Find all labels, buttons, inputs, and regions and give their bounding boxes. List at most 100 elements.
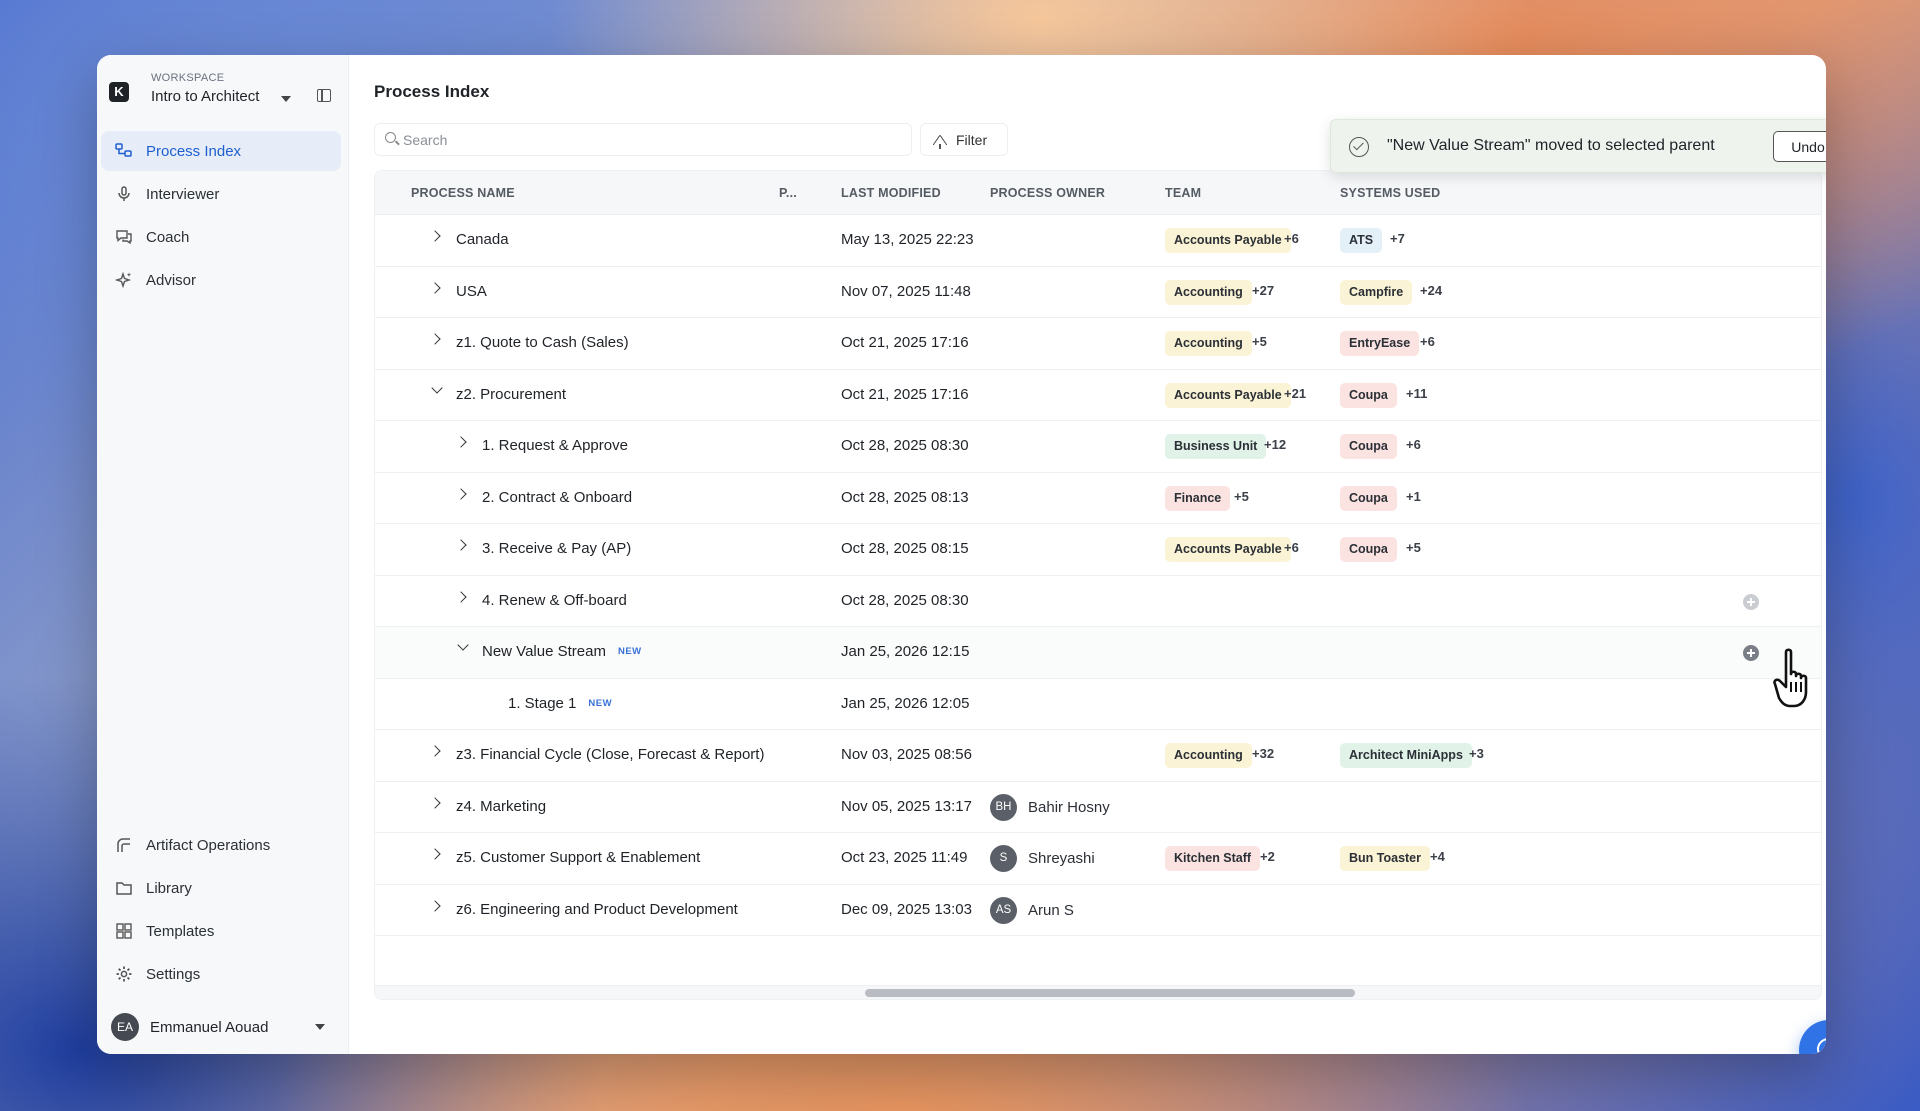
table-row[interactable]: Canada May 13, 2025 22:23 Accounts Payab… — [375, 215, 1821, 267]
table-row[interactable]: z6. Engineering and Product Development … — [375, 884, 1821, 936]
sidebar-item-templates[interactable]: Templates — [101, 911, 341, 951]
sidebar-item-library[interactable]: Library — [101, 868, 341, 908]
system-more-count[interactable]: +1 — [1406, 489, 1421, 504]
chevron-down-icon[interactable] — [315, 1024, 325, 1030]
workspace-switcher[interactable]: K WORKSPACE Intro to Architect — [109, 65, 336, 115]
chat-bubble-icon — [1817, 1038, 1826, 1054]
chevron-right-icon[interactable] — [455, 436, 467, 448]
system-tag: Coupa — [1340, 485, 1397, 511]
column-header-process-name[interactable]: PROCESS NAME — [411, 186, 515, 200]
team-more-count[interactable]: +5 — [1252, 334, 1267, 349]
system-more-count[interactable]: +11 — [1406, 386, 1427, 401]
system-more-count[interactable]: +6 — [1420, 334, 1435, 349]
column-header-process-owner[interactable]: PROCESS OWNER — [990, 186, 1105, 200]
team-tag: Accounts Payable — [1165, 537, 1291, 562]
filter-button[interactable]: Filter — [920, 123, 1008, 156]
table-row[interactable]: 1. Stage 1 NEW Jan 25, 2026 12:05 — [375, 678, 1821, 730]
team-more-count[interactable]: +5 — [1234, 489, 1249, 504]
scrollbar-thumb[interactable] — [865, 989, 1355, 997]
table-row[interactable]: z1. Quote to Cash (Sales) Oct 21, 2025 1… — [375, 318, 1821, 370]
process-name[interactable]: 2. Contract & Onboard — [482, 489, 632, 506]
chevron-right-icon[interactable] — [429, 333, 441, 345]
table-row[interactable]: 1. Request & Approve Oct 28, 2025 08:30 … — [375, 421, 1821, 473]
team-more-count[interactable]: +32 — [1252, 746, 1274, 761]
column-header-last-modified[interactable]: LAST MODIFIED — [841, 186, 941, 200]
process-name[interactable]: 3. Receive & Pay (AP) — [482, 540, 631, 557]
table-row[interactable]: 4. Renew & Off-board Oct 28, 2025 08:30 — [375, 575, 1821, 627]
team-more-count[interactable]: +6 — [1284, 231, 1299, 246]
chevron-right-icon[interactable] — [429, 745, 441, 757]
system-more-count[interactable]: +4 — [1430, 849, 1445, 864]
team-more-count[interactable]: +12 — [1264, 437, 1286, 452]
table-row[interactable]: USA Nov 07, 2025 11:48 Accounting +27 Ca… — [375, 266, 1821, 318]
sidebar-item-artifact-operations[interactable]: Artifact Operations — [101, 825, 341, 865]
sidebar-item-settings[interactable]: Settings — [101, 954, 341, 994]
table-row[interactable]: z4. Marketing Nov 05, 2025 13:17 BH Bahi… — [375, 781, 1821, 833]
system-more-count[interactable]: +7 — [1390, 231, 1405, 246]
process-name[interactable]: z1. Quote to Cash (Sales) — [456, 334, 629, 351]
process-name[interactable]: z3. Financial Cycle (Close, Forecast & R… — [456, 746, 764, 763]
process-name[interactable]: New Value Stream — [482, 643, 606, 660]
chevron-right-icon[interactable] — [429, 899, 441, 912]
table-row[interactable]: 3. Receive & Pay (AP) Oct 28, 2025 08:15… — [375, 524, 1821, 576]
sidebar-item-label: Settings — [146, 965, 201, 983]
sidebar-item-process-index[interactable]: Process Index — [101, 131, 341, 171]
chevron-down-icon[interactable] — [431, 381, 443, 394]
process-owner[interactable]: AS Arun S — [990, 896, 1074, 924]
chevron-right-icon[interactable] — [429, 848, 441, 860]
system-more-count[interactable]: +3 — [1469, 746, 1484, 761]
team-more-count[interactable]: +27 — [1252, 283, 1274, 298]
team-more-count[interactable]: +6 — [1284, 540, 1299, 555]
horizontal-scrollbar[interactable] — [375, 985, 1821, 999]
add-child-icon[interactable] — [1743, 593, 1759, 610]
column-header-systems-used[interactable]: SYSTEMS USED — [1340, 186, 1440, 200]
table-row[interactable]: New Value Stream NEW Jan 25, 2026 12:15 — [375, 627, 1821, 679]
team-more-count[interactable]: +2 — [1260, 849, 1275, 864]
process-name[interactable]: z2. Procurement — [456, 386, 566, 403]
add-child-icon[interactable] — [1743, 645, 1759, 661]
team-more-count[interactable]: +21 — [1284, 386, 1306, 401]
process-name[interactable]: USA — [456, 283, 487, 300]
system-more-count[interactable]: +6 — [1406, 437, 1421, 452]
chevron-right-icon[interactable] — [455, 487, 467, 500]
chevron-right-icon[interactable] — [455, 590, 467, 603]
chevron-down-icon[interactable] — [457, 639, 469, 651]
chevron-down-icon[interactable] — [281, 96, 291, 102]
search-input[interactable] — [403, 124, 883, 155]
system-more-count[interactable]: +5 — [1406, 540, 1421, 555]
process-name[interactable]: 1. Stage 1 — [508, 695, 576, 712]
table-row[interactable]: z2. Procurement Oct 21, 2025 17:16 Accou… — [375, 369, 1821, 421]
user-menu[interactable]: EA Emmanuel Aouad — [111, 1012, 335, 1042]
sidebar-item-advisor[interactable]: Advisor — [101, 260, 341, 300]
sidebar-toggle-icon[interactable] — [317, 89, 331, 102]
process-name-cell[interactable]: 1. Stage 1 NEW — [508, 695, 612, 712]
chevron-right-icon[interactable] — [429, 230, 441, 242]
chevron-right-icon[interactable] — [429, 796, 441, 809]
process-owner[interactable]: BH Bahir Hosny — [990, 793, 1110, 821]
process-name[interactable]: z6. Engineering and Product Development — [456, 901, 738, 918]
process-owner[interactable]: S Shreyashi — [990, 845, 1095, 872]
sidebar-item-interviewer[interactable]: Interviewer — [101, 174, 341, 214]
team-tag: Accounting — [1165, 743, 1252, 768]
sidebar-item-label: Process Index — [146, 142, 242, 160]
chevron-right-icon[interactable] — [455, 539, 467, 551]
process-name[interactable]: z4. Marketing — [456, 798, 546, 815]
system-more-count[interactable]: +24 — [1420, 283, 1442, 298]
process-table: PROCESS NAME P... LAST MODIFIED PROCESS … — [374, 170, 1822, 1000]
table-row[interactable]: 2. Contract & Onboard Oct 28, 2025 08:13… — [375, 472, 1821, 524]
undo-button[interactable]: Undo — [1773, 131, 1826, 162]
sidebar-item-coach[interactable]: Coach — [101, 217, 341, 257]
search-box[interactable] — [374, 123, 912, 156]
last-modified: Nov 07, 2025 11:48 — [841, 282, 971, 300]
process-name-cell[interactable]: New Value Stream NEW — [482, 643, 642, 660]
process-name[interactable]: 4. Renew & Off-board — [482, 592, 627, 609]
process-name[interactable]: 1. Request & Approve — [482, 437, 628, 454]
column-header-team[interactable]: TEAM — [1165, 186, 1201, 200]
column-header-p[interactable]: P... — [779, 186, 797, 200]
table-row[interactable]: z3. Financial Cycle (Close, Forecast & R… — [375, 730, 1821, 782]
process-name[interactable]: Canada — [456, 231, 509, 248]
workspace-name[interactable]: Intro to Architect — [151, 88, 259, 105]
chevron-right-icon[interactable] — [429, 281, 441, 294]
process-name[interactable]: z5. Customer Support & Enablement — [456, 849, 700, 866]
table-row[interactable]: z5. Customer Support & Enablement Oct 23… — [375, 833, 1821, 885]
